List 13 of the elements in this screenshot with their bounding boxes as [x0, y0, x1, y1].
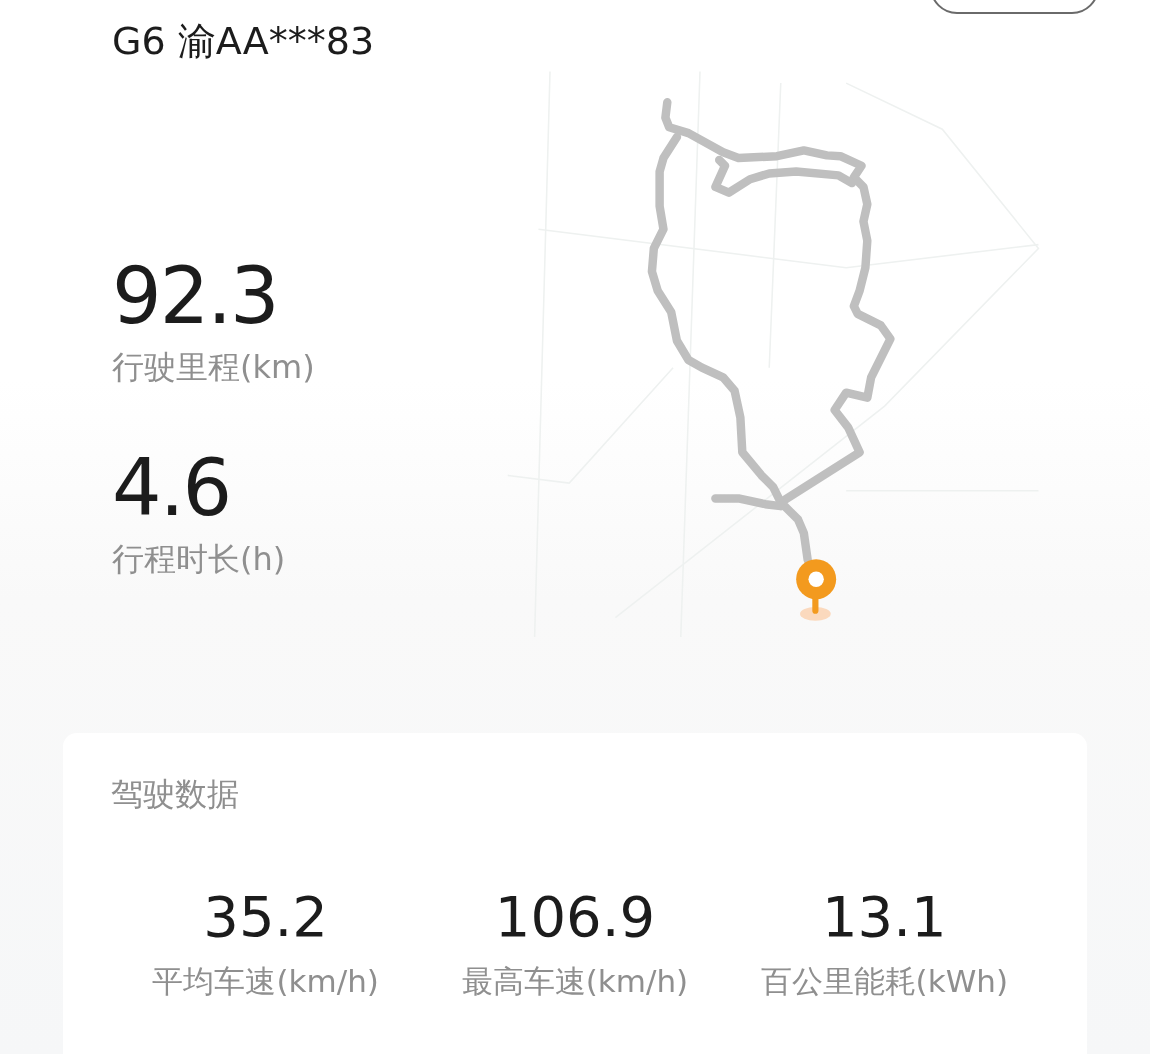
- stat-value: 106.9: [494, 887, 656, 947]
- stat-label: 最高车速(km/h): [461, 962, 689, 1001]
- summary-value: 92.3: [112, 256, 279, 336]
- stat-value: 35.2: [203, 887, 328, 947]
- summary-label: 行程时长(h): [112, 539, 287, 580]
- vehicle-title: G6 渝AA***83: [112, 18, 376, 65]
- location-pin-icon: [796, 559, 837, 621]
- summary-value: 4.6: [112, 448, 232, 528]
- stat-value: 13.1: [822, 887, 947, 947]
- stat-label: 百公里能耗(kWh): [760, 962, 1009, 1001]
- card-title: 驾驶数据: [111, 774, 239, 815]
- stat-label: 平均车速(km/h): [152, 962, 379, 1001]
- summary-label: 行驶里程(km): [112, 347, 316, 388]
